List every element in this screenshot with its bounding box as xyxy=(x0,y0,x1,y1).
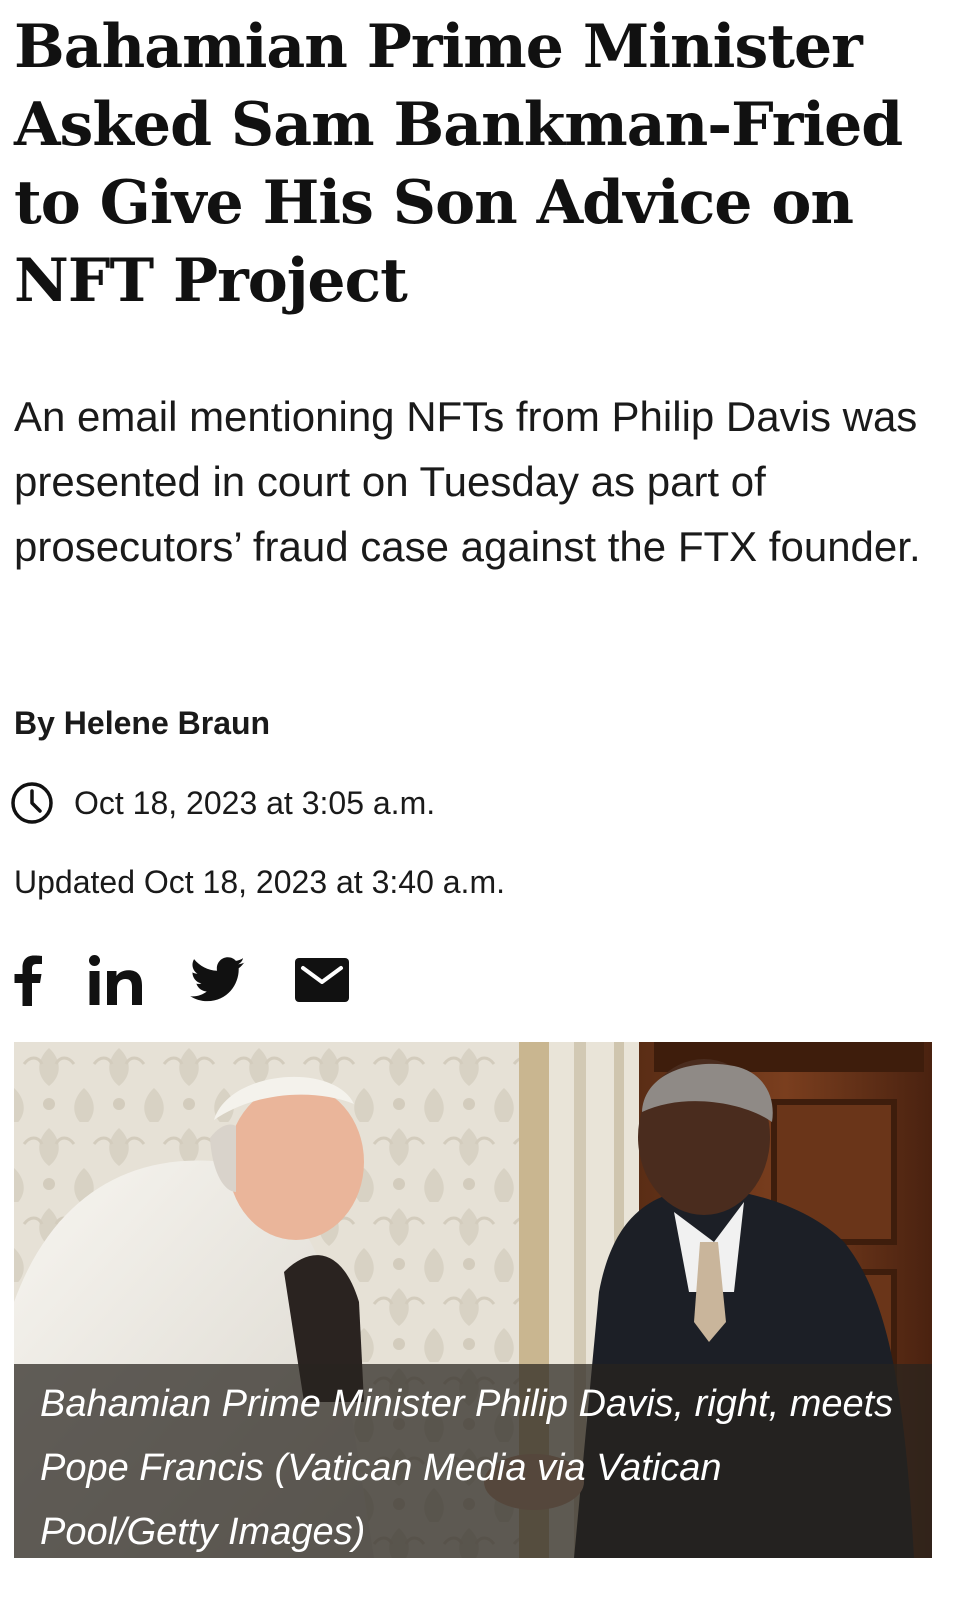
twitter-icon xyxy=(190,957,246,1003)
email-icon xyxy=(295,958,349,1002)
facebook-icon xyxy=(13,954,43,1006)
share-bar xyxy=(10,950,370,1010)
clock-icon xyxy=(10,781,54,825)
twitter-share-button[interactable] xyxy=(190,950,246,1010)
linkedin-icon xyxy=(88,954,144,1006)
article-headline: Bahamian Prime Minister Asked Sam Bankma… xyxy=(14,12,903,316)
email-share-button[interactable] xyxy=(294,950,350,1010)
published-date: Oct 18, 2023 at 3:05 a.m. xyxy=(74,785,436,821)
published-timestamp: Oct 18, 2023 at 3:05 a.m. xyxy=(10,782,435,824)
article-photo: Bahamian Prime Minister Philip Davis, ri… xyxy=(14,1042,932,1558)
linkedin-share-button[interactable] xyxy=(88,950,144,1010)
photo-caption: Bahamian Prime Minister Philip Davis, ri… xyxy=(14,1364,932,1558)
author-byline[interactable]: By Helene Braun xyxy=(14,703,270,743)
facebook-share-button[interactable] xyxy=(10,950,46,1010)
article-dek: An email mentioning NFTs from Philip Dav… xyxy=(14,393,921,570)
updated-date: Updated Oct 18, 2023 at 3:40 a.m. xyxy=(14,864,505,900)
